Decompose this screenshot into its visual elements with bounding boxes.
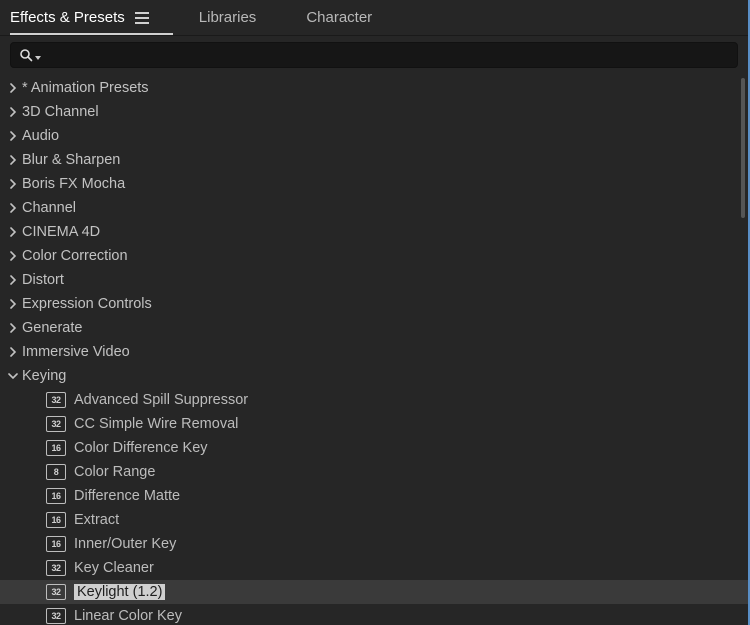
category-row[interactable]: Immersive Video bbox=[0, 340, 748, 364]
tab-character[interactable]: Character bbox=[306, 0, 372, 35]
category-label: CINEMA 4D bbox=[22, 224, 100, 240]
search-row bbox=[0, 36, 748, 76]
chevron-down-icon[interactable] bbox=[6, 371, 20, 381]
tab-effects-presets[interactable]: Effects & Presets bbox=[10, 0, 149, 35]
category-row[interactable]: CINEMA 4D bbox=[0, 220, 748, 244]
tab-label: Effects & Presets bbox=[10, 9, 125, 26]
effect-bits-icon: 32 bbox=[46, 608, 66, 624]
effect-bits-icon: 8 bbox=[46, 464, 66, 480]
effect-item[interactable]: 32 CC Simple Wire Removal bbox=[0, 412, 748, 436]
effect-bits-icon: 16 bbox=[46, 536, 66, 552]
chevron-right-icon[interactable] bbox=[6, 251, 20, 261]
chevron-right-icon[interactable] bbox=[6, 347, 20, 357]
category-label: Immersive Video bbox=[22, 344, 130, 360]
effect-item[interactable]: 16 Difference Matte bbox=[0, 484, 748, 508]
effect-bits-icon: 32 bbox=[46, 584, 66, 600]
tab-bar: Effects & Presets Libraries Character bbox=[0, 0, 748, 36]
effect-label: Key Cleaner bbox=[74, 560, 154, 576]
effect-label: CC Simple Wire Removal bbox=[74, 416, 238, 432]
category-label: Audio bbox=[22, 128, 59, 144]
category-label: Distort bbox=[22, 272, 64, 288]
tab-label: Libraries bbox=[199, 9, 257, 26]
category-row[interactable]: Expression Controls bbox=[0, 292, 748, 316]
effect-bits-icon: 16 bbox=[46, 488, 66, 504]
panel-menu-icon[interactable] bbox=[135, 11, 149, 25]
search-input[interactable] bbox=[45, 48, 729, 63]
effect-bits-icon: 32 bbox=[46, 392, 66, 408]
effect-label: Inner/Outer Key bbox=[74, 536, 176, 552]
category-label: Color Correction bbox=[22, 248, 128, 264]
category-label: Blur & Sharpen bbox=[22, 152, 120, 168]
effect-item[interactable]: 32 Keylight (1.2) bbox=[0, 580, 748, 604]
effect-item[interactable]: 16 Extract bbox=[0, 508, 748, 532]
effect-label: Difference Matte bbox=[74, 488, 180, 504]
tab-label: Character bbox=[306, 9, 372, 26]
effect-bits-icon: 32 bbox=[46, 416, 66, 432]
category-label: Channel bbox=[22, 200, 76, 216]
effect-label: Advanced Spill Suppressor bbox=[74, 392, 248, 408]
category-label: Generate bbox=[22, 320, 82, 336]
category-label: Expression Controls bbox=[22, 296, 152, 312]
chevron-right-icon[interactable] bbox=[6, 299, 20, 309]
category-label: Boris FX Mocha bbox=[22, 176, 125, 192]
category-row[interactable]: Audio bbox=[0, 124, 748, 148]
search-icon bbox=[19, 48, 33, 62]
chevron-right-icon[interactable] bbox=[6, 323, 20, 333]
effect-label: Color Difference Key bbox=[74, 440, 208, 456]
chevron-right-icon[interactable] bbox=[6, 227, 20, 237]
search-box[interactable] bbox=[10, 42, 738, 68]
category-row[interactable]: Distort bbox=[0, 268, 748, 292]
chevron-right-icon[interactable] bbox=[6, 179, 20, 189]
effect-item[interactable]: 8 Color Range bbox=[0, 460, 748, 484]
category-row[interactable]: Keying bbox=[0, 364, 748, 388]
effect-item[interactable]: 16 Color Difference Key bbox=[0, 436, 748, 460]
chevron-down-icon[interactable] bbox=[35, 56, 41, 60]
effect-item[interactable]: 32 Advanced Spill Suppressor bbox=[0, 388, 748, 412]
tab-libraries[interactable]: Libraries bbox=[199, 0, 257, 35]
category-row[interactable]: Channel bbox=[0, 196, 748, 220]
category-row[interactable]: * Animation Presets bbox=[0, 76, 748, 100]
chevron-right-icon[interactable] bbox=[6, 275, 20, 285]
effect-item[interactable]: 32 Key Cleaner bbox=[0, 556, 748, 580]
effect-label: Color Range bbox=[74, 464, 155, 480]
effect-bits-icon: 32 bbox=[46, 560, 66, 576]
category-row[interactable]: Color Correction bbox=[0, 244, 748, 268]
chevron-right-icon[interactable] bbox=[6, 155, 20, 165]
category-row[interactable]: Blur & Sharpen bbox=[0, 148, 748, 172]
effects-list: * Animation Presets 3D Channel Audio Blur &… bbox=[0, 76, 748, 625]
category-label: * Animation Presets bbox=[22, 80, 149, 96]
effect-item[interactable]: 32 Linear Color Key bbox=[0, 604, 748, 625]
category-row[interactable]: Generate bbox=[0, 316, 748, 340]
category-row[interactable]: Boris FX Mocha bbox=[0, 172, 748, 196]
effect-bits-icon: 16 bbox=[46, 440, 66, 456]
effect-label: Extract bbox=[74, 512, 119, 528]
chevron-right-icon[interactable] bbox=[6, 107, 20, 117]
effect-label: Keylight (1.2) bbox=[74, 584, 165, 600]
category-row[interactable]: 3D Channel bbox=[0, 100, 748, 124]
chevron-right-icon[interactable] bbox=[6, 131, 20, 141]
category-label: 3D Channel bbox=[22, 104, 99, 120]
effect-item[interactable]: 16 Inner/Outer Key bbox=[0, 532, 748, 556]
category-label: Keying bbox=[22, 368, 66, 384]
chevron-right-icon[interactable] bbox=[6, 203, 20, 213]
chevron-right-icon[interactable] bbox=[6, 83, 20, 93]
scrollbar-thumb[interactable] bbox=[741, 78, 745, 218]
effect-label: Linear Color Key bbox=[74, 608, 182, 624]
effect-bits-icon: 16 bbox=[46, 512, 66, 528]
